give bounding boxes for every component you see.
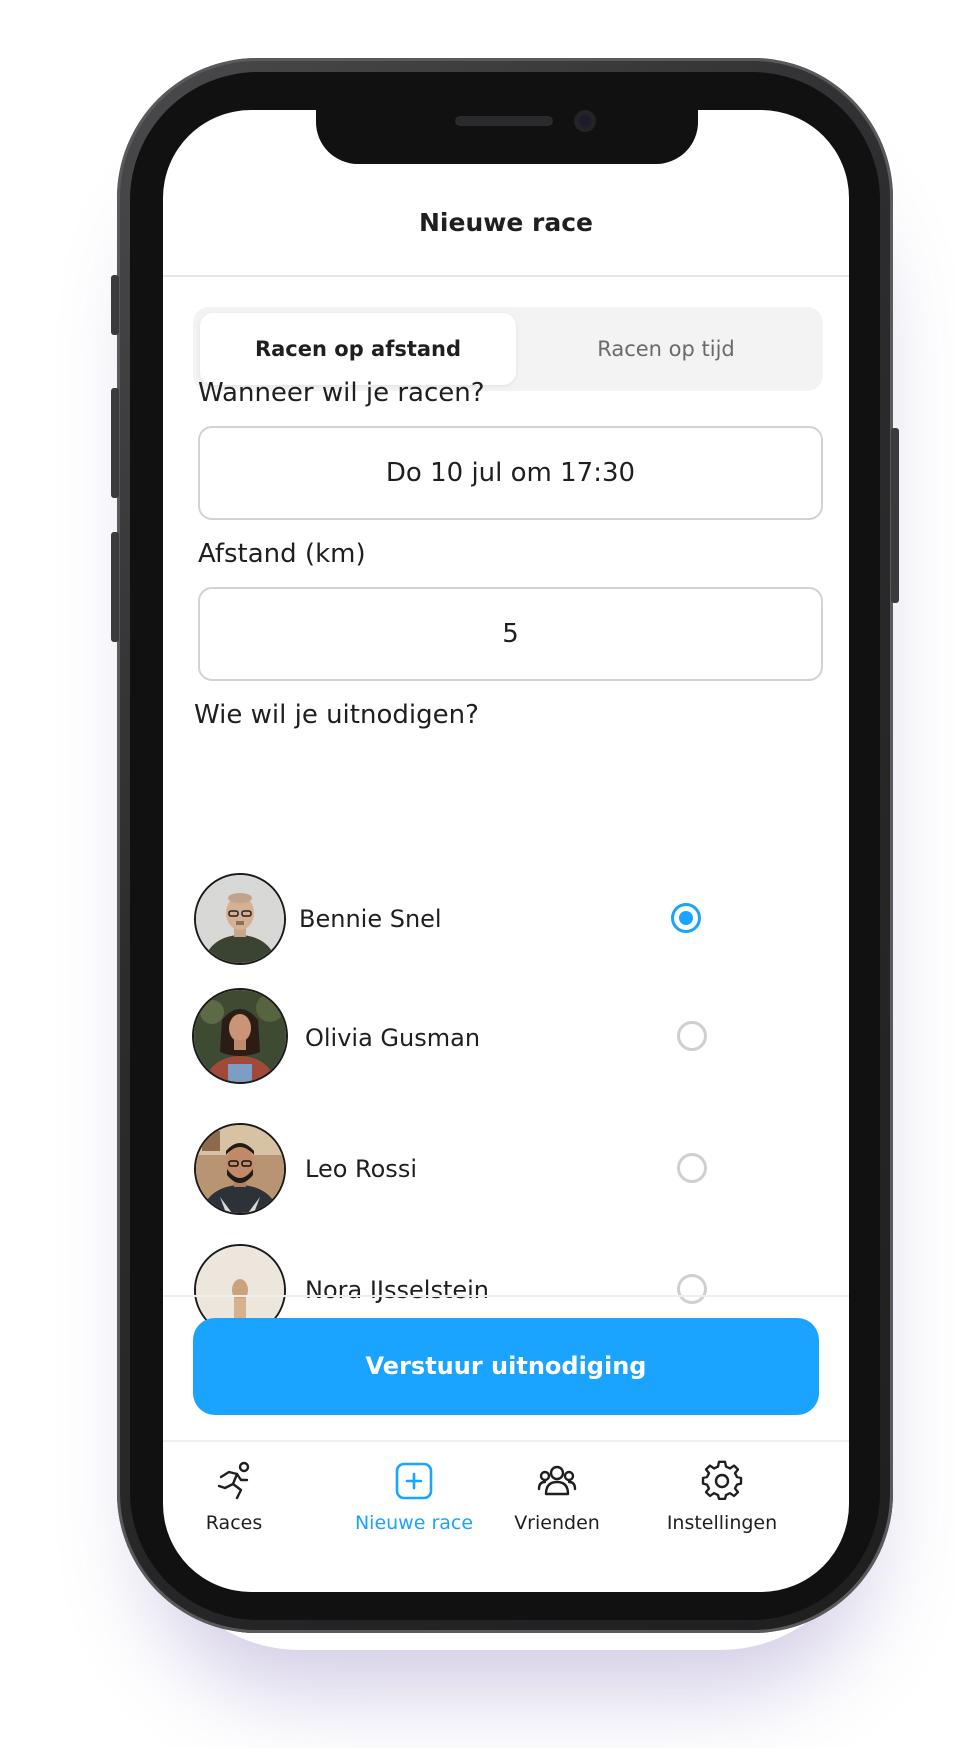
friend-radio-selected[interactable] bbox=[671, 903, 701, 933]
notch bbox=[316, 110, 698, 164]
friend-row[interactable]: Bennie Snel bbox=[163, 860, 849, 970]
mute-switch bbox=[111, 275, 119, 335]
friend-name: Olivia Gusman bbox=[305, 1024, 481, 1052]
avatar bbox=[194, 1123, 286, 1215]
friend-radio[interactable] bbox=[677, 1274, 707, 1304]
tab-vrienden[interactable]: Vrienden bbox=[497, 1460, 617, 1560]
friend-radio[interactable] bbox=[677, 1021, 707, 1051]
friends-icon bbox=[536, 1460, 578, 1502]
friend-name: Leo Rossi bbox=[305, 1155, 417, 1183]
friend-row[interactable]: Olivia Gusman bbox=[163, 975, 849, 1085]
volume-down-button bbox=[111, 532, 119, 642]
segment-racen-op-tijd[interactable]: Racen op tijd bbox=[516, 313, 816, 385]
tab-label: Vrienden bbox=[514, 1512, 600, 1534]
page-title: Nieuwe race bbox=[419, 208, 593, 237]
app-screen: Nieuwe race Racen op afstand Racen op ti… bbox=[163, 110, 849, 1592]
front-camera bbox=[574, 110, 596, 132]
friend-row[interactable]: Leo Rossi bbox=[163, 1110, 849, 1220]
tab-instellingen[interactable]: Instellingen bbox=[629, 1460, 815, 1560]
header-divider bbox=[163, 275, 849, 277]
tab-nieuwe-race[interactable]: Nieuwe race bbox=[339, 1460, 489, 1560]
when-label: Wanneer wil je racen? bbox=[198, 378, 485, 408]
tab-label: Races bbox=[205, 1512, 263, 1534]
speaker-grille bbox=[455, 116, 553, 126]
friend-name: Bennie Snel bbox=[299, 905, 442, 933]
tab-races[interactable]: Races bbox=[181, 1460, 287, 1560]
page: Nieuwe race Racen op afstand Racen op ti… bbox=[0, 0, 954, 1748]
tab-label: Nieuwe race bbox=[354, 1512, 474, 1534]
volume-up-button bbox=[111, 388, 119, 498]
gear-icon bbox=[701, 1460, 743, 1502]
send-invite-button[interactable]: Verstuur uitnodiging bbox=[193, 1318, 819, 1415]
power-button bbox=[891, 428, 899, 603]
avatar bbox=[194, 873, 286, 965]
avatar bbox=[192, 988, 288, 1084]
friend-radio[interactable] bbox=[677, 1153, 707, 1183]
friend-name: Nora IJsselstein bbox=[305, 1276, 489, 1304]
runner-icon bbox=[213, 1460, 255, 1502]
plus-square-icon bbox=[393, 1460, 435, 1502]
invite-label: Wie wil je uitnodigen? bbox=[194, 700, 479, 730]
date-time-field[interactable]: Do 10 jul om 17:30 bbox=[198, 426, 823, 520]
tab-label: Instellingen bbox=[666, 1512, 778, 1534]
list-divider bbox=[163, 1295, 849, 1297]
segment-racen-op-afstand[interactable]: Racen op afstand bbox=[200, 313, 516, 385]
tabbar-divider bbox=[163, 1440, 849, 1442]
distance-field[interactable]: 5 bbox=[198, 587, 823, 681]
distance-label: Afstand (km) bbox=[198, 539, 366, 569]
